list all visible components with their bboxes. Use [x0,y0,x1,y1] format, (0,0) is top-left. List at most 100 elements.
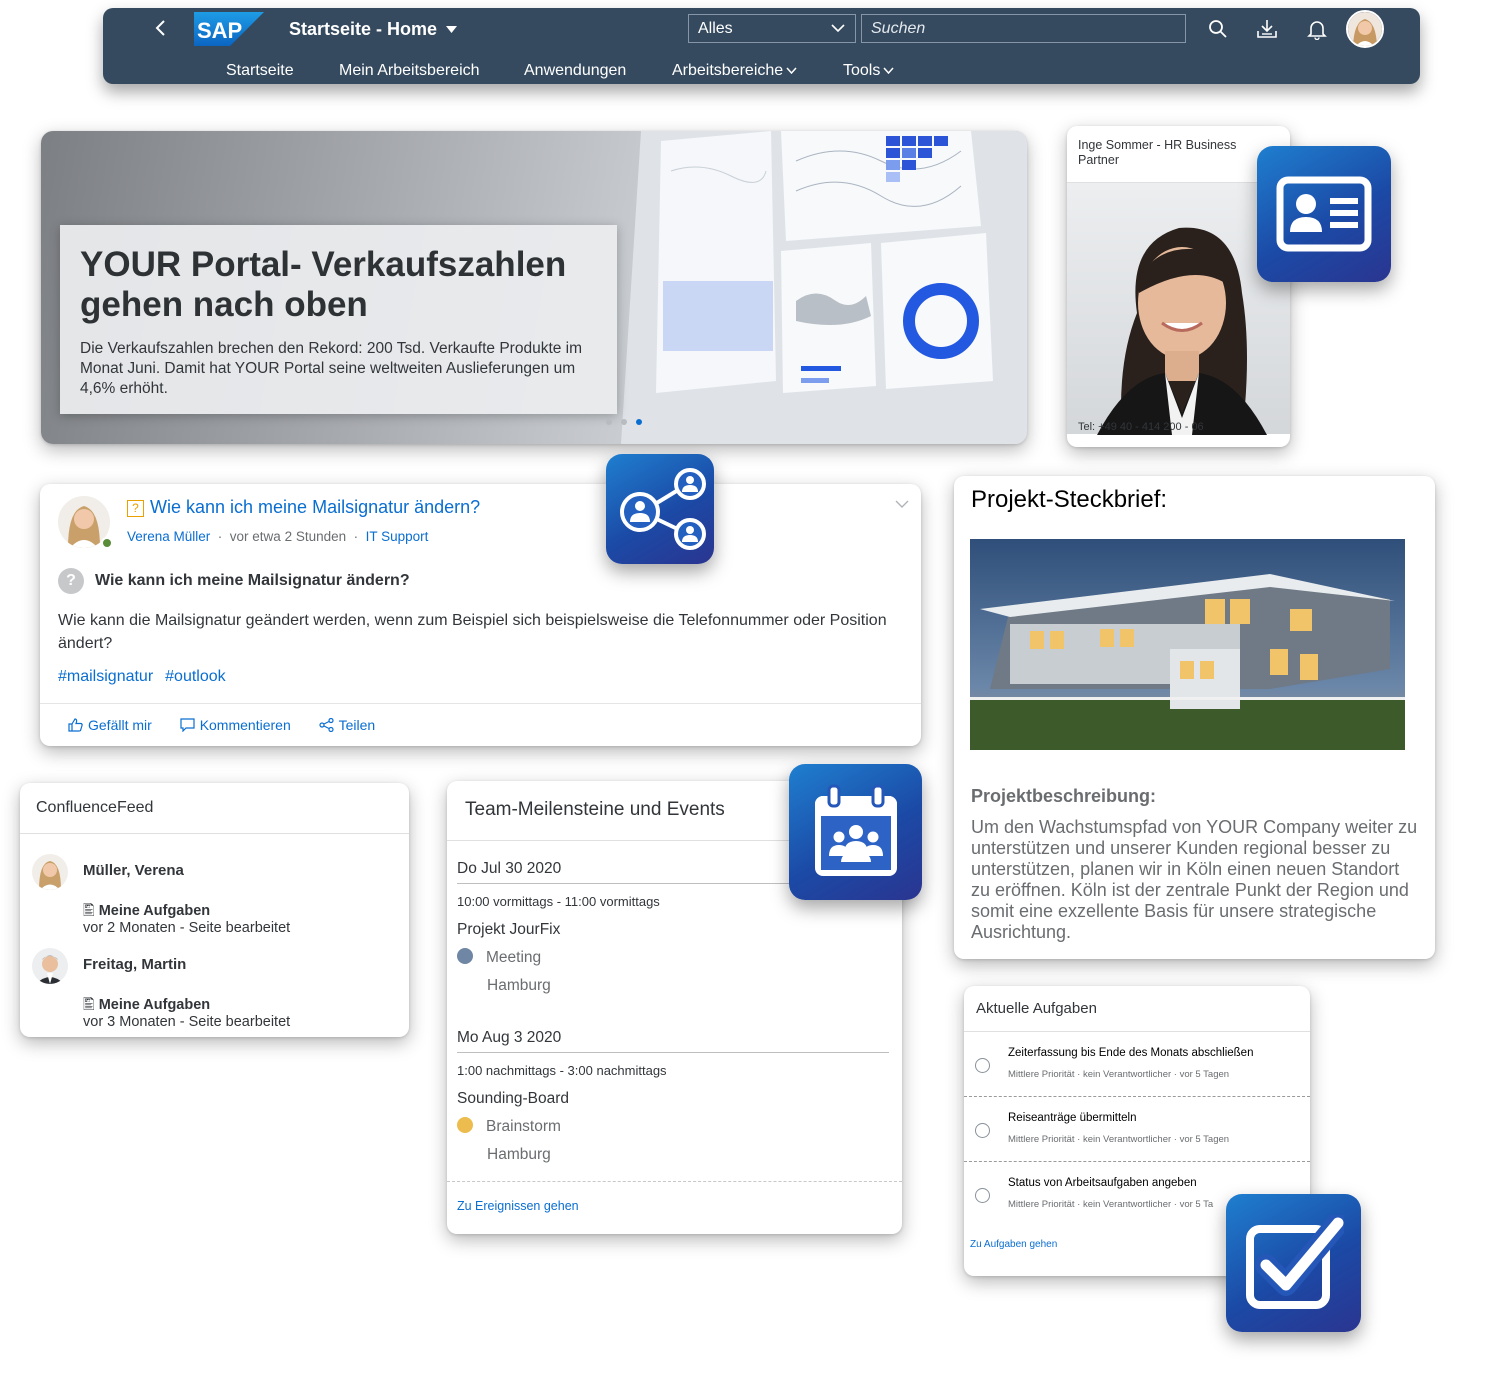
community-question-card: ? Wie kann ich meine Mailsignatur ändern?… [40,484,921,746]
task-checkbox-icon [1226,1194,1361,1332]
user-avatar[interactable] [32,948,68,984]
nav-item-arbeitsbereiche[interactable]: Arbeitsbereiche [672,62,797,80]
event-location: Hamburg [487,977,551,994]
calendar-team-icon [789,764,922,900]
page-icon: 🖺 [83,997,95,1013]
nav-label-tools: Tools [843,62,881,79]
group-link[interactable]: IT Support [366,529,429,544]
task-complete-radio[interactable] [975,1188,990,1203]
news-carousel[interactable]: YOUR Portal- Verkaufszahlen gehen nach o… [41,131,1027,444]
nav-item-tools[interactable]: Tools [843,62,894,80]
task-row[interactable]: Zeiterfassung bis Ende des Monats abschl… [964,1032,1310,1097]
task-meta: Mittlere Priorität · kein Verantwortlich… [1008,1134,1230,1145]
event-type: Brainstorm [457,1117,889,1136]
feed-time: vor 3 Monaten [83,1014,176,1030]
nav-label-arbeitsbereiche: Arbeitsbereiche [672,62,784,79]
event-type-dot [457,1117,473,1133]
news-title[interactable]: YOUR Portal- Verkaufszahlen gehen nach o… [80,245,597,325]
question-title: Wie kann ich meine Mailsignatur ändern? [150,497,481,517]
chevron-down-icon [786,67,797,75]
tag-link[interactable]: #outlook [165,668,226,685]
news-text: Die Verkaufszahlen brechen den Rekord: 2… [80,340,583,397]
post-actions: Gefällt mir Kommentieren Teilen [68,717,399,733]
carousel-dot[interactable] [621,419,627,425]
event-type-label: Brainstorm [486,1118,561,1135]
dashboard-image [621,131,1027,444]
comment-label: Kommentieren [199,717,291,733]
share-button[interactable]: Teilen [319,717,376,733]
feed-page-link[interactable]: Meine Aufgaben [99,903,210,919]
event-name[interactable]: Sounding-Board [457,1090,889,1108]
feed-user-name[interactable]: Müller, Verena [83,862,184,879]
tasks-title: Aktuelle Aufgaben [964,986,1310,1032]
event-name[interactable]: Projekt JourFix [457,921,889,939]
like-button[interactable]: Gefällt mir [68,717,152,733]
search-input[interactable] [861,14,1186,43]
thumbs-up-icon [68,718,83,732]
question-meta: Verena Müller · vor etwa 2 Stunden · IT … [127,529,429,544]
bell-icon[interactable] [1306,18,1328,40]
events-footer: Zu Ereignissen gehen [447,1181,902,1230]
question-type-icon: ? [127,500,144,517]
task-name[interactable]: Zeiterfassung bis Ende des Monats abschl… [1008,1047,1253,1059]
task-name[interactable]: Reiseanträge übermitteln [1008,1112,1137,1124]
event-type-dot [457,948,473,964]
nav-item-anwendungen[interactable]: Anwendungen [524,62,626,80]
search-scope-select[interactable]: Alles [688,14,856,43]
carousel-pagination [606,412,651,430]
user-avatar[interactable] [1346,10,1384,48]
event-date: Mo Aug 3 2020 [457,1029,889,1053]
contact-phone[interactable]: Tel: +49 40 - 414 200 - 06 [1078,421,1204,433]
question-heading-text: Wie kann ich meine Mailsignatur ändern? [95,572,410,590]
like-label: Gefällt mir [88,717,152,733]
news-caption: YOUR Portal- Verkaufszahlen gehen nach o… [60,225,617,414]
project-profile-card: Projekt-Steckbrief: Projektbeschreibung:… [954,476,1435,959]
go-to-events-link[interactable]: Zu Ereignissen gehen [457,1199,579,1213]
event-day: Mo Aug 3 2020 1:00 nachmittags - 3:00 na… [457,1029,889,1164]
carousel-dot[interactable] [606,419,612,425]
task-complete-radio[interactable] [975,1058,990,1073]
confluence-feed-title: ConfluenceFeed [20,783,409,834]
author-link[interactable]: Verena Müller [127,529,210,544]
question-heading: ? Wie kann ich meine Mailsignatur ändern? [58,568,410,594]
post-time: vor etwa 2 Stunden [229,529,347,544]
caret-down-icon[interactable] [446,26,457,33]
user-avatar[interactable] [32,854,68,890]
contact-card-icon [1257,146,1391,282]
project-description-heading: Projektbeschreibung: [971,786,1157,806]
app-title[interactable]: Startseite - Home [289,19,437,40]
task-complete-radio[interactable] [975,1123,990,1138]
comment-button[interactable]: Kommentieren [180,717,291,733]
feed-user-name[interactable]: Freitag, Martin [83,956,186,973]
task-name[interactable]: Status von Arbeitsaufgaben angeben [1008,1177,1197,1189]
back-icon[interactable] [151,18,171,38]
nav-item-startseite[interactable]: Startseite [226,62,294,80]
carousel-dot-active[interactable] [636,419,642,425]
question-title-link[interactable]: ? Wie kann ich meine Mailsignatur ändern? [127,497,480,518]
task-row[interactable]: Reiseanträge übermitteln Mittlere Priori… [964,1097,1310,1162]
feed-page-link[interactable]: Meine Aufgaben [99,997,210,1013]
project-title: Projekt-Steckbrief: [971,486,1168,513]
shell-bar: SAP Startseite - Home Alles Startseite M… [103,8,1420,84]
download-icon[interactable] [1256,18,1278,40]
chevron-down-icon[interactable] [895,500,909,509]
sap-logo[interactable]: SAP [194,12,264,46]
task-meta: Mittlere Priorität · kein Verantwortlich… [1008,1069,1230,1080]
share-icon [319,717,334,733]
feed-activity: 🖺 Meine Aufgaben vor 3 Monaten - Seite b… [83,997,291,1030]
share-label: Teilen [338,717,376,733]
svg-text:SAP: SAP [197,18,242,43]
event-location: Hamburg [487,1146,551,1163]
event-time: 1:00 nachmittags - 3:00 nachmittags [457,1063,667,1078]
event-type: Meeting [457,948,889,967]
go-to-tasks-link[interactable]: Zu Aufgaben gehen [970,1239,1057,1250]
tag-link[interactable]: #mailsignatur [58,668,153,685]
community-network-icon [606,454,714,564]
nav-item-mein-arbeitsbereich[interactable]: Mein Arbeitsbereich [339,62,480,80]
building-photo [970,539,1405,750]
contact-name: Inge Sommer - HR Business Partner [1078,138,1237,167]
feed-time: vor 2 Monaten [83,920,176,936]
search-icon[interactable] [1207,18,1229,40]
chevron-down-icon [883,67,894,75]
feed-action: Seite bearbeitet [188,1014,291,1030]
